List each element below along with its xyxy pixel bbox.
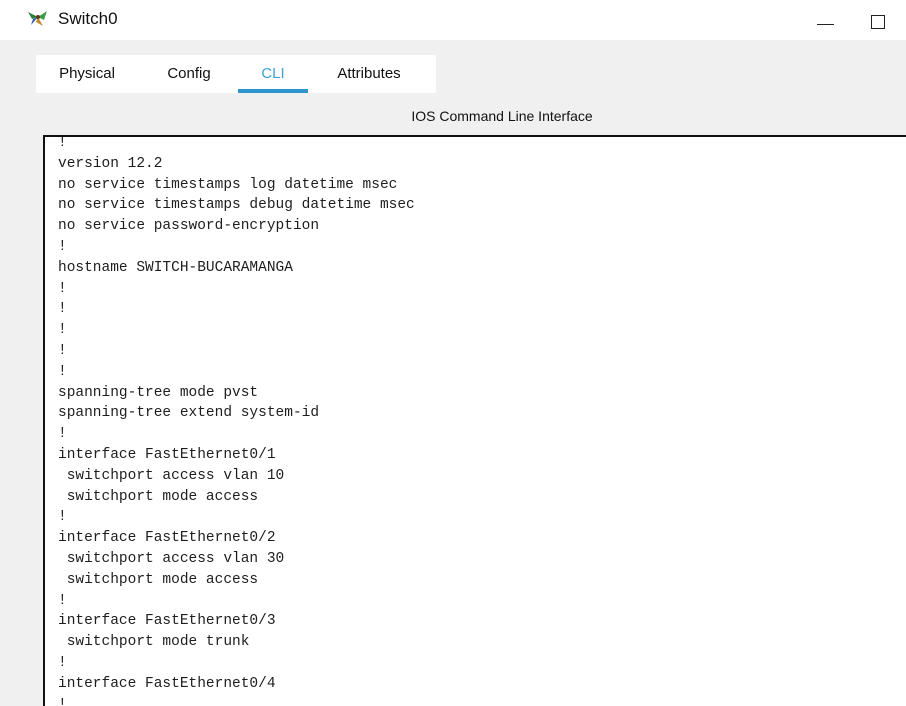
cli-line: interface FastEthernet0/3 bbox=[58, 613, 276, 630]
cli-line: ! bbox=[58, 343, 67, 359]
tab-config[interactable]: Config bbox=[159, 55, 219, 93]
cli-terminal[interactable]: ! version 12.2 no service timestamps log d… bbox=[43, 135, 906, 706]
cli-line: ! bbox=[58, 655, 67, 671]
minimize-button[interactable] bbox=[812, 6, 840, 34]
cli-line: ! bbox=[58, 135, 67, 151]
tab-attributes[interactable]: Attributes bbox=[324, 55, 414, 93]
tab-physical[interactable]: Physical bbox=[48, 55, 126, 93]
cli-line: ! bbox=[58, 696, 67, 706]
cli-line: switchport mode trunk bbox=[58, 634, 250, 651]
cli-line: interface FastEthernet0/1 bbox=[58, 447, 276, 463]
cli-line: switchport access vlan 10 bbox=[58, 467, 285, 484]
cli-line: no service timestamps log datetime msec bbox=[58, 176, 398, 193]
cli-line: ! bbox=[58, 426, 67, 443]
cli-line: ! bbox=[58, 509, 67, 526]
window-title: Switch0 bbox=[58, 9, 118, 28]
switch-app-icon bbox=[28, 11, 47, 26]
cli-line: ! bbox=[58, 592, 67, 609]
cli-line: ! bbox=[58, 322, 67, 339]
cli-line: spanning-tree mode pvst bbox=[58, 384, 259, 401]
device-panel: Physical Config CLI Attributes IOS Comma… bbox=[0, 40, 906, 706]
cli-line: hostname SWITCH-BUCARAMANGA bbox=[58, 259, 293, 276]
maximize-button[interactable] bbox=[864, 6, 892, 34]
cli-line: interface FastEthernet0/2 bbox=[58, 530, 276, 547]
tab-strip: Physical Config CLI Attributes bbox=[36, 55, 436, 93]
cli-line: ! bbox=[58, 280, 67, 297]
cli-line: spanning-tree extend system-id bbox=[58, 405, 320, 422]
cli-heading: IOS Command Line Interface bbox=[411, 108, 593, 124]
cli-line: switchport access vlan 30 bbox=[58, 551, 285, 567]
active-tab-indicator bbox=[238, 89, 308, 93]
cli-line: switchport mode access bbox=[58, 571, 259, 588]
cli-line: interface FastEthernet0/4 bbox=[58, 675, 276, 692]
cli-line: ! bbox=[58, 301, 67, 318]
cli-line: version 12.2 bbox=[58, 155, 163, 172]
cli-line: ! bbox=[58, 239, 67, 255]
cli-line: no service timestamps debug datetime mse… bbox=[58, 197, 415, 214]
title-bar: Switch0 bbox=[0, 0, 906, 40]
cli-line: ! bbox=[58, 363, 67, 380]
cli-line: switchport mode access bbox=[58, 488, 259, 505]
tab-cli[interactable]: CLI bbox=[238, 55, 308, 93]
cli-line: no service password-encryption bbox=[58, 218, 320, 235]
